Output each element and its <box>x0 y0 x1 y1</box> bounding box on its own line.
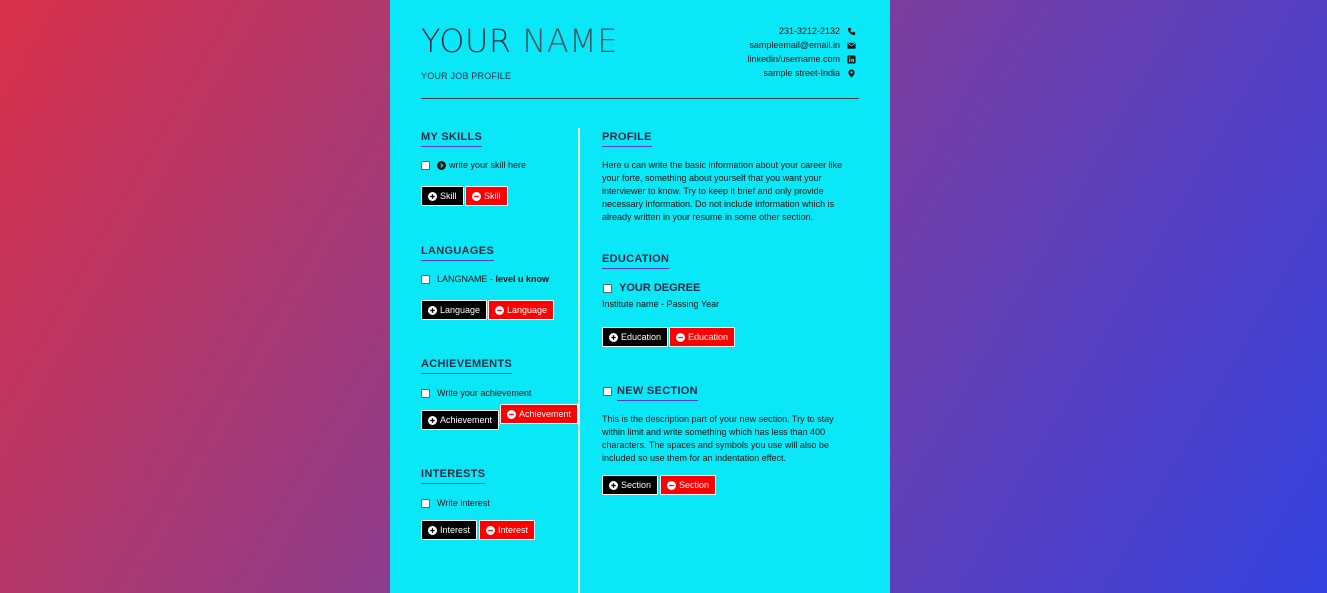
last-name[interactable]: NAME <box>522 22 618 60</box>
profile-line: Here u can write the basic information a… <box>602 160 843 170</box>
plus-circle-icon <box>609 481 618 490</box>
remove-section-label: Section <box>679 480 710 490</box>
add-education-button[interactable]: Education <box>602 327 669 347</box>
add-education-label: Education <box>621 332 662 342</box>
skill-text[interactable]: write your skill here <box>449 160 526 170</box>
plus-circle-icon <box>428 526 437 535</box>
language-level[interactable]: level u know <box>496 274 550 284</box>
contact-linkedin[interactable]: linkedin/username.com <box>747 52 856 66</box>
plus-circle-icon <box>428 306 437 315</box>
remove-language-label: Language <box>507 305 548 315</box>
remove-interest-button[interactable]: Interest <box>479 520 536 540</box>
add-interest-button[interactable]: Interest <box>421 520 478 540</box>
language-name[interactable]: LANGNAME - <box>437 274 493 284</box>
plus-circle-icon <box>428 416 437 425</box>
minus-circle-icon <box>495 306 504 315</box>
add-section-label: Section <box>621 480 652 490</box>
add-language-button[interactable]: Language <box>421 300 488 320</box>
interest-checkbox[interactable] <box>421 498 430 508</box>
add-language-label: Language <box>440 305 481 315</box>
add-interest-label: Interest <box>440 525 471 535</box>
remove-education-label: Education <box>688 332 729 342</box>
profile-line: already written in your resume in some o… <box>602 212 814 222</box>
new-section-text[interactable]: This is the description part of your new… <box>602 413 834 465</box>
add-section-button[interactable]: Section <box>602 475 659 495</box>
plus-circle-icon <box>428 192 437 201</box>
minus-circle-icon <box>667 481 676 490</box>
achievement-text[interactable]: Write your achievement <box>437 388 531 398</box>
achievement-checkbox[interactable] <box>421 388 430 398</box>
education-heading[interactable]: EDUCATION <box>602 253 670 269</box>
profile-line: interviewer to know. Try to keep it brie… <box>602 186 824 196</box>
profile-line: necessary information. Do not include in… <box>602 199 835 209</box>
achievement-item[interactable]: Write your achievement <box>421 388 531 398</box>
minus-circle-icon <box>472 192 481 201</box>
languages-heading[interactable]: LANGUAGES <box>421 245 494 261</box>
skill-checkbox[interactable] <box>421 160 430 170</box>
chevron-circle-icon <box>437 161 446 170</box>
linkedin-icon <box>846 54 856 64</box>
new-section-line: characters. The spaces and symbols you u… <box>602 440 829 450</box>
remove-skill-button[interactable]: Skill <box>465 186 508 206</box>
degree-title[interactable]: YOUR DEGREE <box>619 282 700 294</box>
first-name[interactable]: YOUR <box>421 22 512 60</box>
add-achievement-button[interactable]: Achievement <box>421 410 500 430</box>
address-text[interactable]: sample street-India <box>763 68 840 78</box>
phone-icon <box>846 27 856 36</box>
remove-section-button[interactable]: Section <box>660 475 717 495</box>
contact-phone[interactable]: 231-3212-2132 <box>747 24 856 38</box>
column-divider <box>578 128 580 593</box>
remove-achievement-label: Achievement <box>519 409 572 419</box>
minus-circle-icon <box>486 526 495 535</box>
skills-heading[interactable]: MY SKILLS <box>421 131 483 147</box>
new-section-line: included so use them for an indentation … <box>602 453 786 463</box>
interest-item[interactable]: Write interest <box>421 498 490 508</box>
envelope-icon <box>846 41 856 50</box>
language-checkbox[interactable] <box>421 274 430 284</box>
interest-text[interactable]: Write interest <box>437 498 490 508</box>
contact-email[interactable]: sampleemail@email.in <box>747 38 856 52</box>
email-text[interactable]: sampleemail@email.in <box>749 40 840 50</box>
profile-heading[interactable]: PROFILE <box>602 131 652 147</box>
add-skill-button[interactable]: Skill <box>421 186 464 206</box>
resume-name[interactable]: YOUR NAME <box>421 22 618 60</box>
remove-education-button[interactable]: Education <box>669 327 736 347</box>
new-section-heading[interactable]: NEW SECTION <box>617 385 698 401</box>
contact-list: 231-3212-2132 sampleemail@email.in linke… <box>747 24 856 80</box>
minus-circle-icon <box>676 333 685 342</box>
minus-circle-icon <box>507 410 516 419</box>
map-marker-icon <box>846 68 856 78</box>
linkedin-text[interactable]: linkedin/username.com <box>747 54 840 64</box>
interests-heading[interactable]: INTERESTS <box>421 468 486 484</box>
new-section-checkbox[interactable] <box>603 387 612 396</box>
new-section-line: This is the description part of your new… <box>602 414 834 424</box>
plus-circle-icon <box>609 333 618 342</box>
add-skill-label: Skill <box>440 191 457 201</box>
new-section-line: within limit and write something which h… <box>602 427 826 437</box>
header-divider <box>421 98 859 99</box>
remove-achievement-button[interactable]: Achievement <box>500 404 579 424</box>
remove-interest-label: Interest <box>498 525 529 535</box>
institute-text[interactable]: Institute name - Passing Year <box>602 299 719 309</box>
profile-line: your forte, something about yourself tha… <box>602 173 822 183</box>
language-item[interactable]: LANGNAME - level u know <box>421 274 549 284</box>
phone-text[interactable]: 231-3212-2132 <box>779 26 840 36</box>
add-achievement-label: Achievement <box>440 415 493 425</box>
job-profile[interactable]: YOUR JOB PROFILE <box>421 71 511 81</box>
remove-skill-label: Skill <box>484 191 501 201</box>
profile-text[interactable]: Here u can write the basic information a… <box>602 159 842 224</box>
contact-address[interactable]: sample street-India <box>747 66 856 80</box>
education-checkbox[interactable] <box>603 284 612 293</box>
achievements-heading[interactable]: ACHIEVEMENTS <box>421 358 512 374</box>
skill-item[interactable]: write your skill here <box>421 160 526 170</box>
remove-language-button[interactable]: Language <box>488 300 555 320</box>
resume-page: YOUR NAME YOUR JOB PROFILE 231-3212-2132… <box>390 0 890 593</box>
